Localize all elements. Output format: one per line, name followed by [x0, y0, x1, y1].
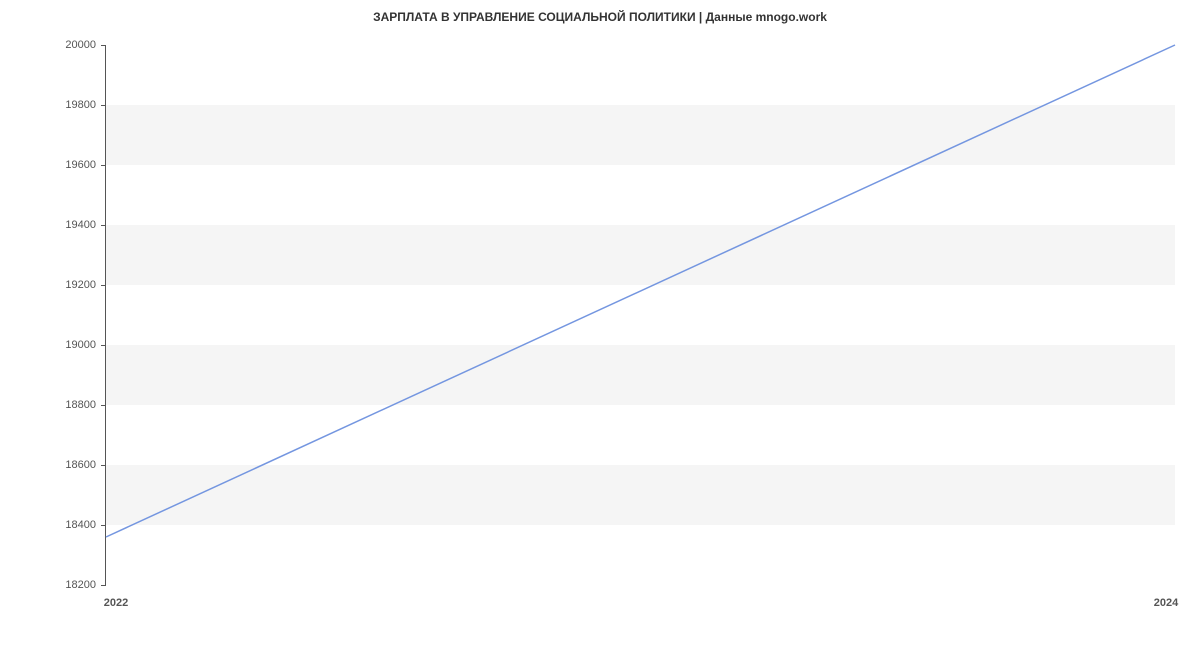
y-tick-mark: [101, 405, 106, 406]
y-tick-label: 18200: [65, 579, 106, 591]
y-tick-label: 19200: [65, 279, 106, 291]
y-tick-mark: [101, 285, 106, 286]
x-tick-label: 2022: [104, 585, 128, 609]
y-tick-label: 20000: [65, 39, 106, 51]
chart-container: ЗАРПЛАТА В УПРАВЛЕНИЕ СОЦИАЛЬНОЙ ПОЛИТИК…: [0, 0, 1200, 650]
y-tick-mark: [101, 345, 106, 346]
y-tick-mark: [101, 105, 106, 106]
x-tick-label: 2024: [1154, 585, 1178, 609]
line-series: [106, 45, 1175, 585]
chart-title: ЗАРПЛАТА В УПРАВЛЕНИЕ СОЦИАЛЬНОЙ ПОЛИТИК…: [0, 0, 1200, 29]
y-tick-label: 18600: [65, 459, 106, 471]
y-tick-label: 19400: [65, 219, 106, 231]
y-tick-mark: [101, 525, 106, 526]
y-tick-mark: [101, 45, 106, 46]
plot-area: 1820018400186001880019000192001940019600…: [105, 45, 1175, 585]
y-tick-label: 18800: [65, 399, 106, 411]
y-tick-mark: [101, 465, 106, 466]
y-tick-label: 19800: [65, 99, 106, 111]
y-tick-mark: [101, 165, 106, 166]
y-tick-mark: [101, 225, 106, 226]
y-tick-label: 19600: [65, 159, 106, 171]
y-tick-label: 18400: [65, 519, 106, 531]
y-tick-label: 19000: [65, 339, 106, 351]
